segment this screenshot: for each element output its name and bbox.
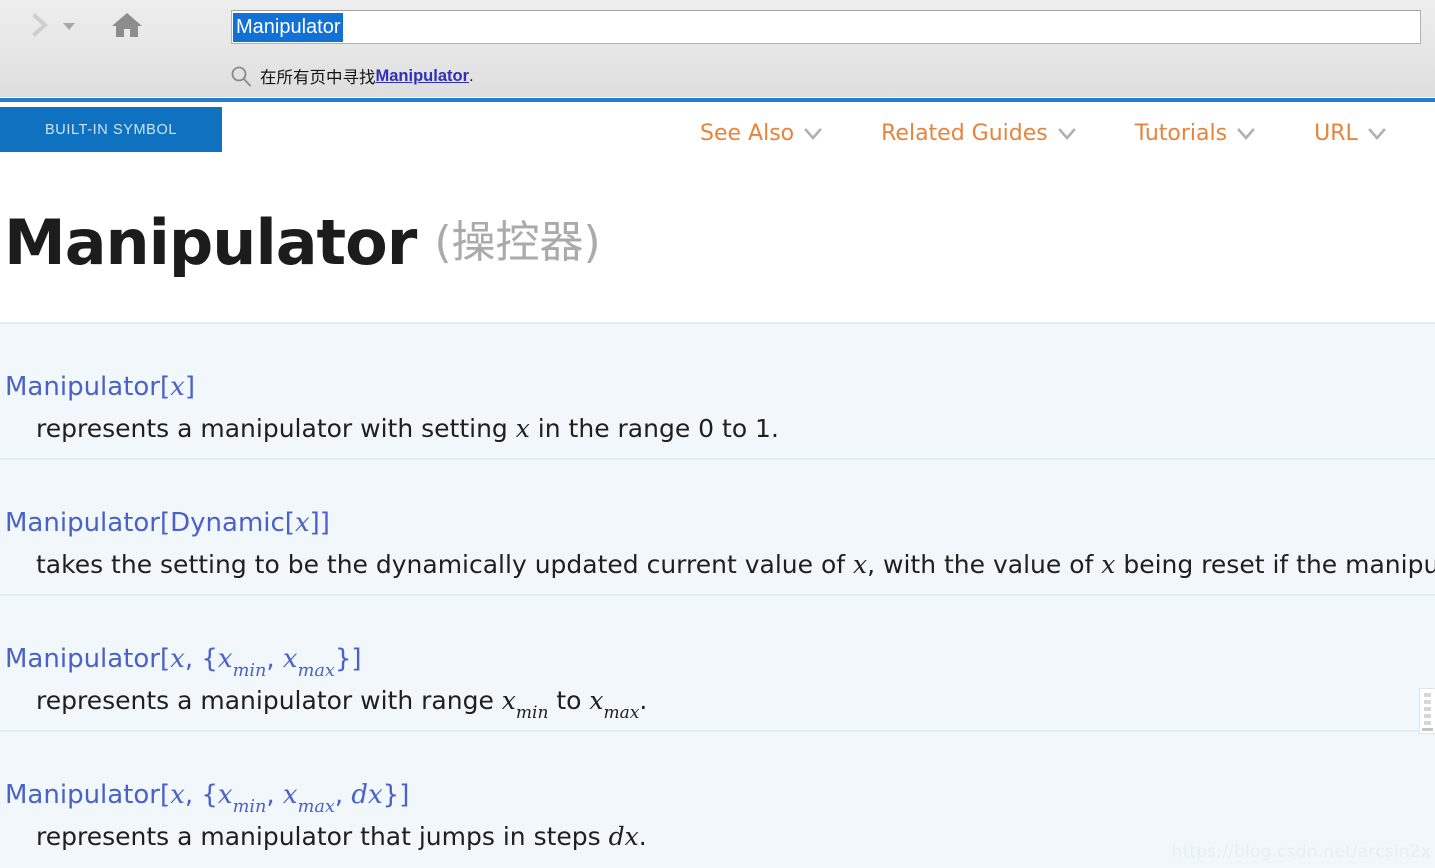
signature-variable: x xyxy=(170,644,185,674)
description-text: being reset if the manipulator is move xyxy=(1123,550,1435,579)
description-text: in the range 0 to 1. xyxy=(529,414,779,443)
watermark: https://blog.csdn.net/arcsin2x xyxy=(1171,842,1431,862)
signature-text: Manipulator[ xyxy=(5,780,171,810)
page-title: Manipulator xyxy=(4,206,417,279)
signature-variable: x xyxy=(282,780,298,810)
signature-text: }] xyxy=(382,780,410,810)
signature-variable: x xyxy=(217,644,233,674)
widget-dash xyxy=(1424,721,1431,725)
usage-row: Manipulator[x] represents a manipulator … xyxy=(0,324,1435,460)
edge-scroll-widget[interactable] xyxy=(1419,688,1435,734)
signature-subscript: min xyxy=(232,661,267,682)
signature-variable: x xyxy=(294,508,310,538)
history-dropdown-button[interactable] xyxy=(60,18,78,36)
usage-table: Manipulator[x] represents a manipulator … xyxy=(0,322,1435,868)
usage-signature: Manipulator[Dynamic[x]] xyxy=(5,508,330,538)
doc-nav-links: See Also Related Guides Tutorials URL xyxy=(700,102,1387,164)
signature-text: Manipulator[ xyxy=(5,644,171,674)
signature-variable: x xyxy=(170,372,185,402)
builtin-symbol-label: BUILT-IN SYMBOL xyxy=(44,121,177,138)
page-title-translation: (操控器) xyxy=(434,217,601,268)
doc-navbar: BUILT-IN SYMBOL See Also Related Guides … xyxy=(0,102,1435,164)
description-variable: x xyxy=(501,686,516,715)
navigation-buttons xyxy=(0,0,222,56)
page-title-area: Manipulator (操控器) xyxy=(0,164,1435,322)
signature-variable: dx xyxy=(351,780,383,810)
nav-link-related-guides[interactable]: Related Guides xyxy=(881,121,1077,146)
usage-signature: Manipulator[x, {xmin, xmax}] xyxy=(5,644,362,682)
description-text: to xyxy=(548,686,590,715)
widget-bar xyxy=(1422,728,1433,731)
builtin-symbol-badge: BUILT-IN SYMBOL xyxy=(0,107,222,152)
description-text: represents a manipulator with setting xyxy=(36,414,516,443)
widget-dash xyxy=(1424,700,1431,704)
signature-text: , xyxy=(266,780,283,810)
browser-toolbar: Manipulator 在所有页中寻找 Manipulator . xyxy=(0,0,1435,97)
usage-row: Manipulator[x, {xmin, xmax}] represents … xyxy=(0,596,1435,732)
nav-link-label: Tutorials xyxy=(1134,120,1228,146)
description-variable: x xyxy=(589,686,604,715)
signature-text: , xyxy=(266,644,283,674)
description-variable: x xyxy=(515,414,530,443)
nav-link-label: URL xyxy=(1314,120,1358,146)
home-icon xyxy=(111,10,143,45)
nav-link-tutorials[interactable]: Tutorials xyxy=(1135,121,1256,146)
chevron-right-icon xyxy=(30,12,52,43)
suggestion-suffix: . xyxy=(469,66,474,85)
signature-text: ] xyxy=(184,372,195,402)
signature-text: }] xyxy=(334,644,362,674)
description-text: , with the value of xyxy=(867,550,1102,579)
description-variable: x xyxy=(1101,550,1116,579)
suggestion-prefix: 在所有页中寻找 xyxy=(260,68,376,87)
suggestion-link[interactable]: Manipulator xyxy=(376,67,470,86)
description-subscript: max xyxy=(603,703,640,723)
signature-text: , xyxy=(334,780,352,810)
signature-subscript: min xyxy=(232,797,267,818)
search-input-value: Manipulator xyxy=(233,12,343,42)
chevron-down-icon xyxy=(1367,124,1387,144)
description-text: represents a manipulator that jumps in s… xyxy=(36,822,609,851)
widget-dash xyxy=(1424,714,1431,718)
home-button[interactable] xyxy=(108,9,146,45)
usage-signature: Manipulator[x] xyxy=(5,372,195,402)
description-variable: dx xyxy=(608,822,639,851)
chevron-down-icon xyxy=(803,124,823,144)
forward-button[interactable] xyxy=(26,10,56,44)
usage-row: Manipulator[Dynamic[x]] takes the settin… xyxy=(0,460,1435,596)
signature-text: ]] xyxy=(309,508,330,538)
caret-down-icon xyxy=(63,18,75,36)
description-variable: x xyxy=(853,550,868,579)
nav-link-see-also[interactable]: See Also xyxy=(700,121,823,146)
description-text: . xyxy=(638,822,647,851)
signature-text: Manipulator[Dynamic[ xyxy=(5,508,295,538)
chevron-down-icon xyxy=(1236,124,1256,144)
usage-signature: Manipulator[x, {xmin, xmax, dx}] xyxy=(5,780,410,818)
signature-subscript: max xyxy=(297,661,335,682)
description-text: represents a manipulator with range xyxy=(36,686,502,715)
nav-link-label: See Also xyxy=(700,120,795,146)
usage-description: represents a manipulator with range xmin… xyxy=(36,686,648,723)
nav-link-url[interactable]: URL xyxy=(1314,121,1387,146)
signature-text: Manipulator[ xyxy=(5,372,171,402)
usage-description: takes the setting to be the dynamically … xyxy=(36,550,1435,579)
signature-variable: x xyxy=(282,644,298,674)
widget-dash xyxy=(1424,707,1431,711)
search-input[interactable]: Manipulator xyxy=(231,10,1421,44)
search-suggestion[interactable]: 在所有页中寻找 Manipulator . xyxy=(228,58,474,94)
chevron-down-icon xyxy=(1057,124,1077,144)
signature-text: , { xyxy=(184,780,218,810)
signature-variable: x xyxy=(217,780,233,810)
description-subscript: min xyxy=(515,703,549,723)
usage-description: represents a manipulator that jumps in s… xyxy=(36,822,647,851)
nav-link-label: Related Guides xyxy=(881,120,1048,146)
description-text: takes the setting to be the dynamically … xyxy=(36,550,854,579)
widget-dash xyxy=(1424,693,1431,697)
signature-variable: x xyxy=(170,780,185,810)
description-text: . xyxy=(639,686,648,715)
search-icon xyxy=(228,63,254,89)
usage-description: represents a manipulator with setting x … xyxy=(36,414,779,443)
signature-text: , { xyxy=(184,644,218,674)
signature-subscript: max xyxy=(297,797,335,818)
